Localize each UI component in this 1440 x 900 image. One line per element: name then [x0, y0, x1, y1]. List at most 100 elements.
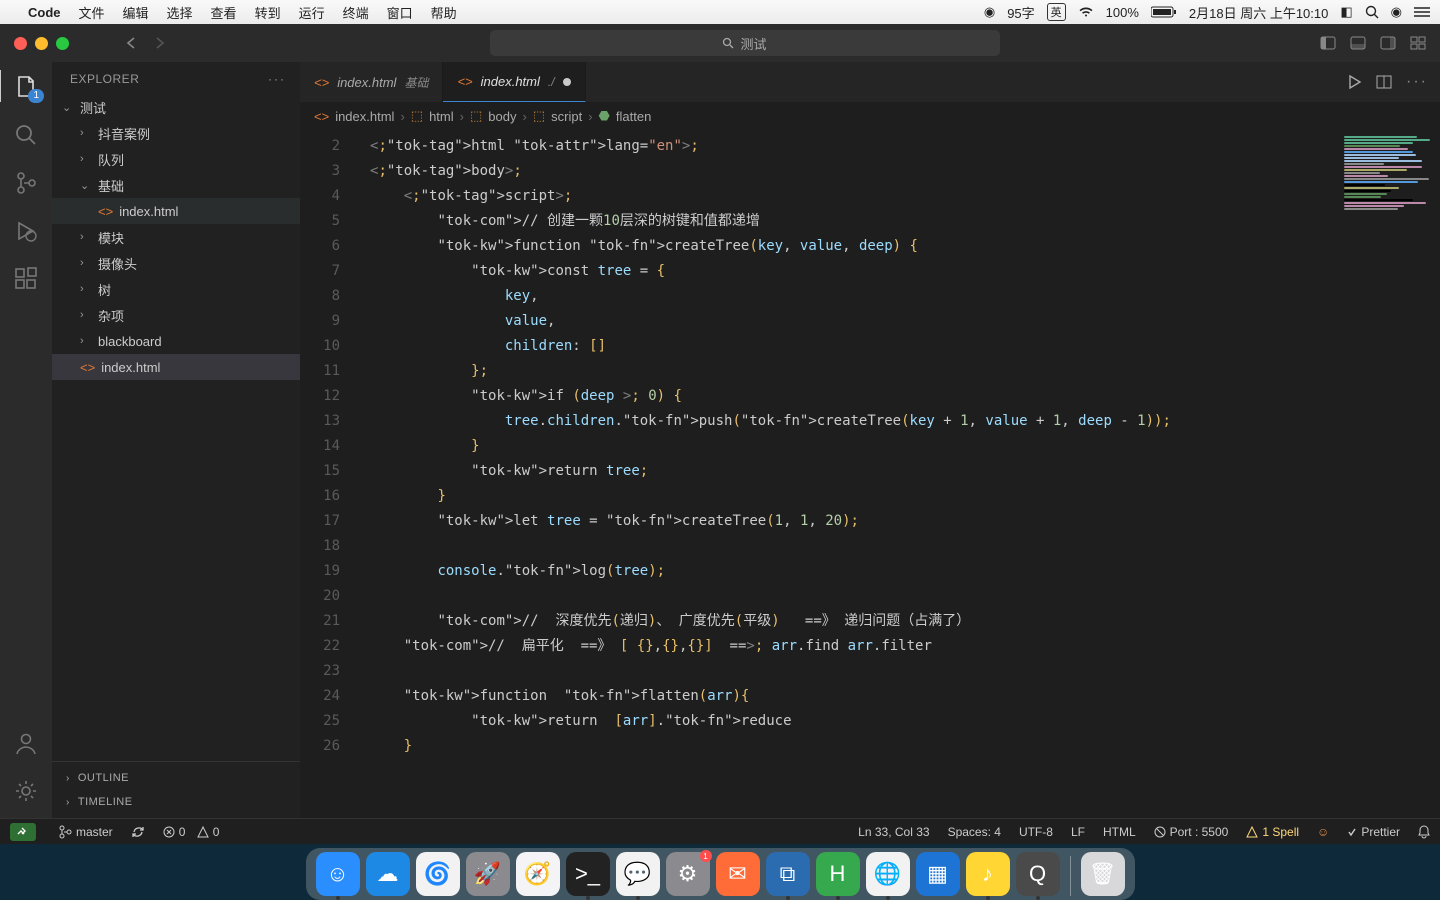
file-item[interactable]: <>index.html [52, 198, 300, 224]
dock: ☺ ☁ 🌀 🚀 🧭 >_ 💬 [306, 848, 1135, 900]
status-sync[interactable] [131, 825, 145, 839]
folder-root[interactable]: ⌄测试 [52, 94, 300, 120]
layout-customize-icon[interactable] [1410, 36, 1426, 50]
dock-music[interactable]: ♪ [966, 852, 1010, 896]
status-bar: master 0 0 Ln 33, Col 33 Spaces: 4 UTF-8… [0, 818, 1440, 844]
dock-vscode[interactable]: ⧉ [766, 852, 810, 896]
explorer-more-icon[interactable]: ··· [268, 72, 286, 86]
nav-forward-icon[interactable] [151, 36, 169, 50]
dock-app1[interactable]: ▦ [916, 852, 960, 896]
layout-sidebar-right-icon[interactable] [1380, 36, 1396, 50]
status-spell[interactable]: 1 Spell [1246, 825, 1299, 839]
outline-section[interactable]: ›OUTLINE [52, 766, 300, 790]
activity-settings-icon[interactable] [13, 778, 39, 804]
line-gutter: 2345678910111213141516171819202122232425… [300, 130, 358, 818]
file-html-icon: <> [314, 109, 329, 124]
menu-view[interactable]: 查看 [211, 3, 237, 22]
status-eye-icon[interactable]: ◉ [984, 4, 995, 20]
status-date[interactable]: 2月18日 周六 上午10:10 [1189, 3, 1328, 22]
code-editor[interactable]: <;"tok-tag">html "tok-attr">lang="en">;<… [358, 130, 1340, 818]
activity-search-icon[interactable] [13, 122, 39, 148]
status-problems[interactable]: 0 0 [163, 825, 220, 839]
dock-wechat[interactable]: 💬 [616, 852, 660, 896]
wifi-icon[interactable] [1078, 6, 1094, 18]
dock-settings[interactable]: ⚙ 1 [666, 852, 710, 896]
folder-item[interactable]: ›摄像头 [52, 250, 300, 276]
folder-item[interactable]: ›杂项 [52, 302, 300, 328]
folder-item[interactable]: ›模块 [52, 224, 300, 250]
split-editor-icon[interactable] [1376, 75, 1392, 89]
status-lang[interactable]: 英 [1047, 3, 1066, 21]
dock-hbuilder[interactable]: H [816, 852, 860, 896]
layout-panel-icon[interactable] [1350, 36, 1366, 50]
file-html-icon: <> [314, 75, 329, 90]
dock-chrome[interactable]: 🌐 [866, 852, 910, 896]
status-battery[interactable]: 100% [1106, 5, 1139, 20]
dock-launchpad[interactable]: 🚀 [466, 852, 510, 896]
activity-scm-icon[interactable] [13, 170, 39, 196]
status-language[interactable]: HTML [1103, 825, 1136, 839]
editor-tab-active[interactable]: <> index.html ./ [443, 62, 585, 102]
menu-file[interactable]: 文件 [79, 3, 105, 22]
status-cursor-pos[interactable]: Ln 33, Col 33 [858, 825, 929, 839]
activity-debug-icon[interactable] [13, 218, 39, 244]
folder-item-open[interactable]: ⌄基础 [52, 172, 300, 198]
siri-icon[interactable]: ◉ [1391, 4, 1402, 20]
menu-go[interactable]: 转到 [255, 3, 281, 22]
menu-edit[interactable]: 编辑 [123, 3, 149, 22]
status-copilot-icon[interactable]: ☺ [1317, 825, 1329, 839]
menu-run[interactable]: 运行 [299, 3, 325, 22]
layout-sidebar-left-icon[interactable] [1320, 36, 1336, 50]
control-center-icon[interactable] [1414, 6, 1430, 18]
status-encoding[interactable]: UTF-8 [1019, 825, 1053, 839]
dock-finder[interactable]: ☺ [316, 852, 360, 896]
folder-item[interactable]: ›blackboard [52, 328, 300, 354]
status-app-icon[interactable]: ◧ [1340, 4, 1352, 20]
menu-terminal[interactable]: 终端 [343, 3, 369, 22]
editor-tab[interactable]: <> index.html 基础 [300, 62, 443, 102]
file-tree: ⌄测试 ›抖音案例 ›队列 ⌄基础 <>index.html ›模块 ›摄像头 … [52, 90, 300, 761]
editor-tabs: <> index.html 基础 <> index.html ./ ··· [300, 62, 1440, 102]
app-menu[interactable]: Code [28, 5, 61, 20]
activity-bar: 1 [0, 62, 52, 818]
breadcrumbs[interactable]: <> index.html› ⬚ html› ⬚ body› ⬚ script›… [300, 102, 1440, 130]
dock-area: ☺ ☁ 🌀 🚀 🧭 >_ 💬 [0, 844, 1440, 900]
dock-postman[interactable]: ✉ [716, 852, 760, 896]
command-center[interactable]: 测试 [490, 30, 1000, 56]
status-formatter[interactable]: Prettier [1347, 825, 1400, 839]
activity-explorer-icon[interactable]: 1 [13, 74, 39, 100]
dock-trash[interactable]: 🗑 [1081, 852, 1125, 896]
folder-item[interactable]: ›树 [52, 276, 300, 302]
folder-item[interactable]: ›抖音案例 [52, 120, 300, 146]
minimap[interactable] [1340, 130, 1440, 818]
dock-nie[interactable]: 🌀 [416, 852, 460, 896]
menu-help[interactable]: 帮助 [431, 3, 457, 22]
status-live-server[interactable]: Port : 5500 [1154, 825, 1229, 839]
dock-baidu[interactable]: ☁ [366, 852, 410, 896]
status-indent[interactable]: Spaces: 4 [948, 825, 1001, 839]
timeline-section[interactable]: ›TIMELINE [52, 790, 300, 814]
window-controls [14, 37, 69, 50]
run-code-icon[interactable] [1346, 74, 1362, 90]
status-branch[interactable]: master [58, 825, 113, 839]
dock-quicktime[interactable]: Q [1016, 852, 1060, 896]
symbol-icon: ⬣ [599, 108, 610, 124]
dock-safari[interactable]: 🧭 [516, 852, 560, 896]
activity-account-icon[interactable] [13, 730, 39, 756]
dock-terminal[interactable]: >_ [566, 852, 610, 896]
menu-selection[interactable]: 选择 [167, 3, 193, 22]
tab-more-icon[interactable]: ··· [1406, 73, 1428, 91]
activity-extensions-icon[interactable] [13, 266, 39, 292]
folder-item[interactable]: ›队列 [52, 146, 300, 172]
nav-back-icon[interactable] [123, 36, 141, 50]
status-notifications-icon[interactable] [1418, 825, 1430, 839]
remote-indicator[interactable] [10, 823, 36, 841]
minimize-window-button[interactable] [35, 37, 48, 50]
zoom-window-button[interactable] [56, 37, 69, 50]
status-input[interactable]: 95字 [1007, 3, 1034, 22]
file-item-active[interactable]: <>index.html [52, 354, 300, 380]
status-eol[interactable]: LF [1071, 825, 1085, 839]
spotlight-icon[interactable] [1365, 5, 1379, 19]
menu-window[interactable]: 窗口 [387, 3, 413, 22]
close-window-button[interactable] [14, 37, 27, 50]
